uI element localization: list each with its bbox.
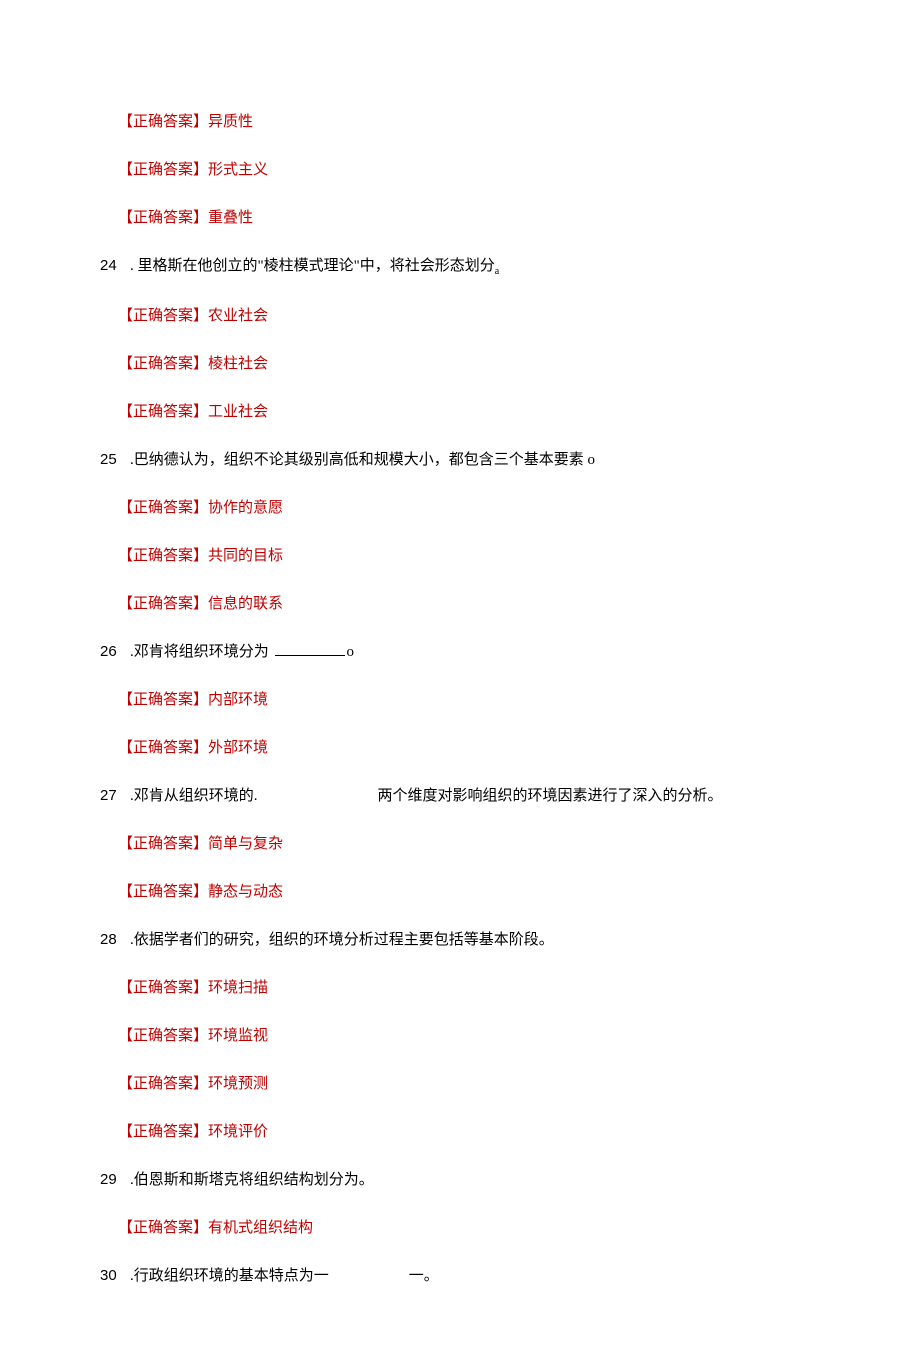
answer-text: 内部环境 xyxy=(208,692,268,708)
answer-line: 【正确答案】有机式组织结构 xyxy=(100,1216,820,1240)
answer-label: 【正确答案】 xyxy=(118,740,208,756)
answer-text: 工业社会 xyxy=(208,404,268,420)
answer-line: 【正确答案】环境监视 xyxy=(100,1024,820,1048)
question-text: .伯恩斯和斯塔克将组织结构划分为。 xyxy=(130,1168,820,1192)
answer-line: 【正确答案】形式主义 xyxy=(100,158,820,182)
answer-line: 【正确答案】内部环境 xyxy=(100,688,820,712)
document-page: 【正确答案】异质性 【正确答案】形式主义 【正确答案】重叠性 24 . 里格斯在… xyxy=(0,0,920,1372)
answer-label: 【正确答案】 xyxy=(118,692,208,708)
answer-text: 异质性 xyxy=(208,114,253,130)
question-30: 30 .行政组织环境的基本特点为一 一。 xyxy=(100,1264,820,1288)
question-number: 24 xyxy=(100,254,130,278)
answer-line: 【正确答案】外部环境 xyxy=(100,736,820,760)
answer-label: 【正确答案】 xyxy=(118,500,208,516)
answer-label: 【正确答案】 xyxy=(118,1076,208,1092)
answer-label: 【正确答案】 xyxy=(118,1220,208,1236)
answer-label: 【正确答案】 xyxy=(118,356,208,372)
answer-label: 【正确答案】 xyxy=(118,404,208,420)
answer-line: 【正确答案】简单与复杂 xyxy=(100,832,820,856)
answer-text: 农业社会 xyxy=(208,308,268,324)
answer-text: 静态与动态 xyxy=(208,884,283,900)
fill-blank xyxy=(275,640,345,656)
question-text: . 里格斯在他创立的"棱柱模式理论"中，将社会形态划分a xyxy=(130,254,820,280)
answer-text: 外部环境 xyxy=(208,740,268,756)
answer-line: 【正确答案】环境扫描 xyxy=(100,976,820,1000)
answer-label: 【正确答案】 xyxy=(118,162,208,178)
subscript: a xyxy=(495,266,499,277)
question-text: .依据学者们的研究，组织的环境分析过程主要包括等基本阶段。 xyxy=(130,928,820,952)
answer-line: 【正确答案】棱柱社会 xyxy=(100,352,820,376)
answer-label: 【正确答案】 xyxy=(118,308,208,324)
answer-text: 协作的意愿 xyxy=(208,500,283,516)
answer-label: 【正确答案】 xyxy=(118,1028,208,1044)
answer-label: 【正确答案】 xyxy=(118,596,208,612)
question-text-before: .邓肯从组织环境的. xyxy=(130,788,258,804)
answer-label: 【正确答案】 xyxy=(118,548,208,564)
answer-text: 重叠性 xyxy=(208,210,253,226)
answer-line: 【正确答案】环境预测 xyxy=(100,1072,820,1096)
answer-text: 棱柱社会 xyxy=(208,356,268,372)
answer-label: 【正确答案】 xyxy=(118,884,208,900)
answer-line: 【正确答案】农业社会 xyxy=(100,304,820,328)
answer-label: 【正确答案】 xyxy=(118,114,208,130)
answer-label: 【正确答案】 xyxy=(118,210,208,226)
answer-line: 【正确答案】异质性 xyxy=(100,110,820,134)
answer-text: 环境评价 xyxy=(208,1124,268,1140)
answer-text: 共同的目标 xyxy=(208,548,283,564)
answer-label: 【正确答案】 xyxy=(118,1124,208,1140)
question-24: 24 . 里格斯在他创立的"棱柱模式理论"中，将社会形态划分a xyxy=(100,254,820,280)
question-number: 28 xyxy=(100,928,130,952)
answer-line: 【正确答案】协作的意愿 xyxy=(100,496,820,520)
answer-text: 形式主义 xyxy=(208,162,268,178)
question-text: .邓肯从组织环境的. 两个维度对影响组织的环境因素进行了深入的分析。 xyxy=(130,784,820,808)
question-text-before: . 里格斯在他创立的"棱柱模式理论"中，将社会形态划分 xyxy=(130,258,495,274)
answer-line: 【正确答案】工业社会 xyxy=(100,400,820,424)
question-text-before: .行政组织环境的基本特点为一 xyxy=(130,1268,329,1284)
question-text: .行政组织环境的基本特点为一 一。 xyxy=(130,1264,820,1288)
answer-text: 环境扫描 xyxy=(208,980,268,996)
question-29: 29 .伯恩斯和斯塔克将组织结构划分为。 xyxy=(100,1168,820,1192)
question-number: 29 xyxy=(100,1168,130,1192)
question-27: 27 .邓肯从组织环境的. 两个维度对影响组织的环境因素进行了深入的分析。 xyxy=(100,784,820,808)
question-25: 25 .巴纳德认为，组织不论其级别高低和规模大小，都包含三个基本要素 o xyxy=(100,448,820,472)
answer-line: 【正确答案】信息的联系 xyxy=(100,592,820,616)
answer-text: 环境监视 xyxy=(208,1028,268,1044)
answer-text: 环境预测 xyxy=(208,1076,268,1092)
question-text: .巴纳德认为，组织不论其级别高低和规模大小，都包含三个基本要素 o xyxy=(130,448,820,472)
question-26: 26 .邓肯将组织环境分为 o xyxy=(100,640,820,664)
answer-line: 【正确答案】共同的目标 xyxy=(100,544,820,568)
question-text-after: 两个维度对影响组织的环境因素进行了深入的分析。 xyxy=(378,788,723,804)
question-number: 25 xyxy=(100,448,130,472)
question-number: 30 xyxy=(100,1264,130,1288)
answer-line: 【正确答案】静态与动态 xyxy=(100,880,820,904)
answer-label: 【正确答案】 xyxy=(118,836,208,852)
question-text: .邓肯将组织环境分为 o xyxy=(130,640,820,664)
answer-text: 信息的联系 xyxy=(208,596,283,612)
answer-text: 简单与复杂 xyxy=(208,836,283,852)
question-number: 27 xyxy=(100,784,130,808)
question-number: 26 xyxy=(100,640,130,664)
question-text-after: 一。 xyxy=(409,1268,439,1284)
answer-line: 【正确答案】重叠性 xyxy=(100,206,820,230)
answer-label: 【正确答案】 xyxy=(118,980,208,996)
question-text-after: o xyxy=(347,644,355,660)
question-text-before: .邓肯将组织环境分为 xyxy=(130,644,273,660)
answer-text: 有机式组织结构 xyxy=(208,1220,313,1236)
answer-line: 【正确答案】环境评价 xyxy=(100,1120,820,1144)
question-28: 28 .依据学者们的研究，组织的环境分析过程主要包括等基本阶段。 xyxy=(100,928,820,952)
